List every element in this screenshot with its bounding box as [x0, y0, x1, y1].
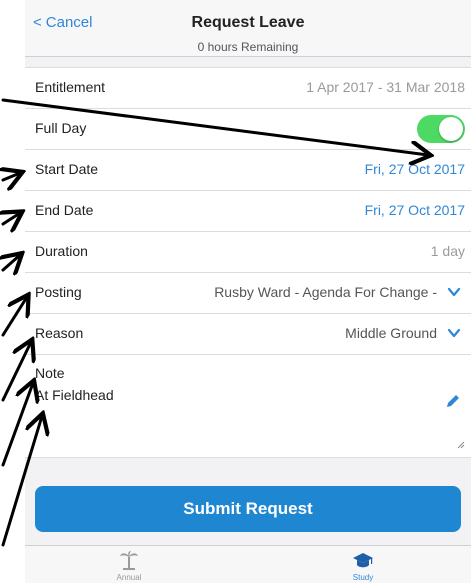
end-date-row[interactable]: End Date Fri, 27 Oct 2017 [25, 191, 471, 232]
reason-row[interactable]: Reason Middle Ground [25, 314, 471, 355]
resize-handle-icon[interactable] [457, 441, 465, 449]
hours-remaining: 0 hours Remaining [197, 40, 299, 54]
posting-value[interactable]: Rusby Ward - Agenda For Change - [214, 284, 437, 300]
end-date-label: End Date [35, 202, 94, 218]
note-field[interactable]: Note At Fieldhead [25, 355, 471, 458]
start-date-label: Start Date [35, 161, 99, 177]
annotation-arrow [1, 297, 27, 337]
full-day-label: Full Day [35, 120, 87, 136]
pencil-icon[interactable] [445, 393, 461, 409]
reason-label: Reason [35, 325, 84, 341]
reason-value[interactable]: Middle Ground [345, 325, 437, 341]
tab-study-label: Study [352, 573, 374, 582]
tab-annual[interactable]: Annual [99, 550, 159, 582]
entitlement-row: Entitlement 1 Apr 2017 - 31 Mar 2018 [25, 68, 471, 109]
annotation-arrow [3, 173, 20, 180]
leave-form: Entitlement 1 Apr 2017 - 31 Mar 2018 Ful… [25, 67, 471, 458]
entitlement-label: Entitlement [35, 79, 106, 95]
navigation-bar: < Cancel Request Leave 0 hours Remaining [25, 0, 471, 57]
note-text[interactable]: At Fieldhead [35, 387, 114, 403]
start-date-row[interactable]: Start Date Fri, 27 Oct 2017 [25, 150, 471, 191]
entitlement-value: 1 Apr 2017 - 31 Mar 2018 [306, 79, 465, 95]
chevron-down-icon[interactable] [447, 326, 461, 340]
tab-study[interactable]: Study [333, 550, 393, 582]
start-date-value[interactable]: Fri, 27 Oct 2017 [365, 161, 465, 177]
duration-value: 1 day [430, 243, 465, 259]
chevron-down-icon[interactable] [447, 285, 461, 299]
full-day-toggle[interactable] [417, 115, 465, 143]
duration-row: Duration 1 day [25, 232, 471, 273]
tab-bar: Annual Study [25, 545, 471, 583]
submit-request-button[interactable]: Submit Request [35, 486, 461, 532]
annotation-arrow [3, 255, 20, 270]
toggle-knob [439, 117, 463, 141]
full-day-row: Full Day [25, 109, 471, 150]
palm-tree-icon [120, 551, 138, 570]
posting-label: Posting [35, 284, 82, 300]
end-date-value[interactable]: Fri, 27 Oct 2017 [365, 202, 465, 218]
annotation-arrow [3, 213, 20, 224]
tab-annual-label: Annual [116, 573, 142, 582]
page-title: Request Leave [191, 14, 305, 31]
duration-label: Duration [35, 243, 88, 259]
posting-row[interactable]: Posting Rusby Ward - Agenda For Change - [25, 273, 471, 314]
graduation-cap-icon [353, 553, 373, 568]
request-leave-screen: < Cancel Request Leave 0 hours Remaining … [25, 0, 471, 583]
note-label: Note [35, 365, 65, 381]
